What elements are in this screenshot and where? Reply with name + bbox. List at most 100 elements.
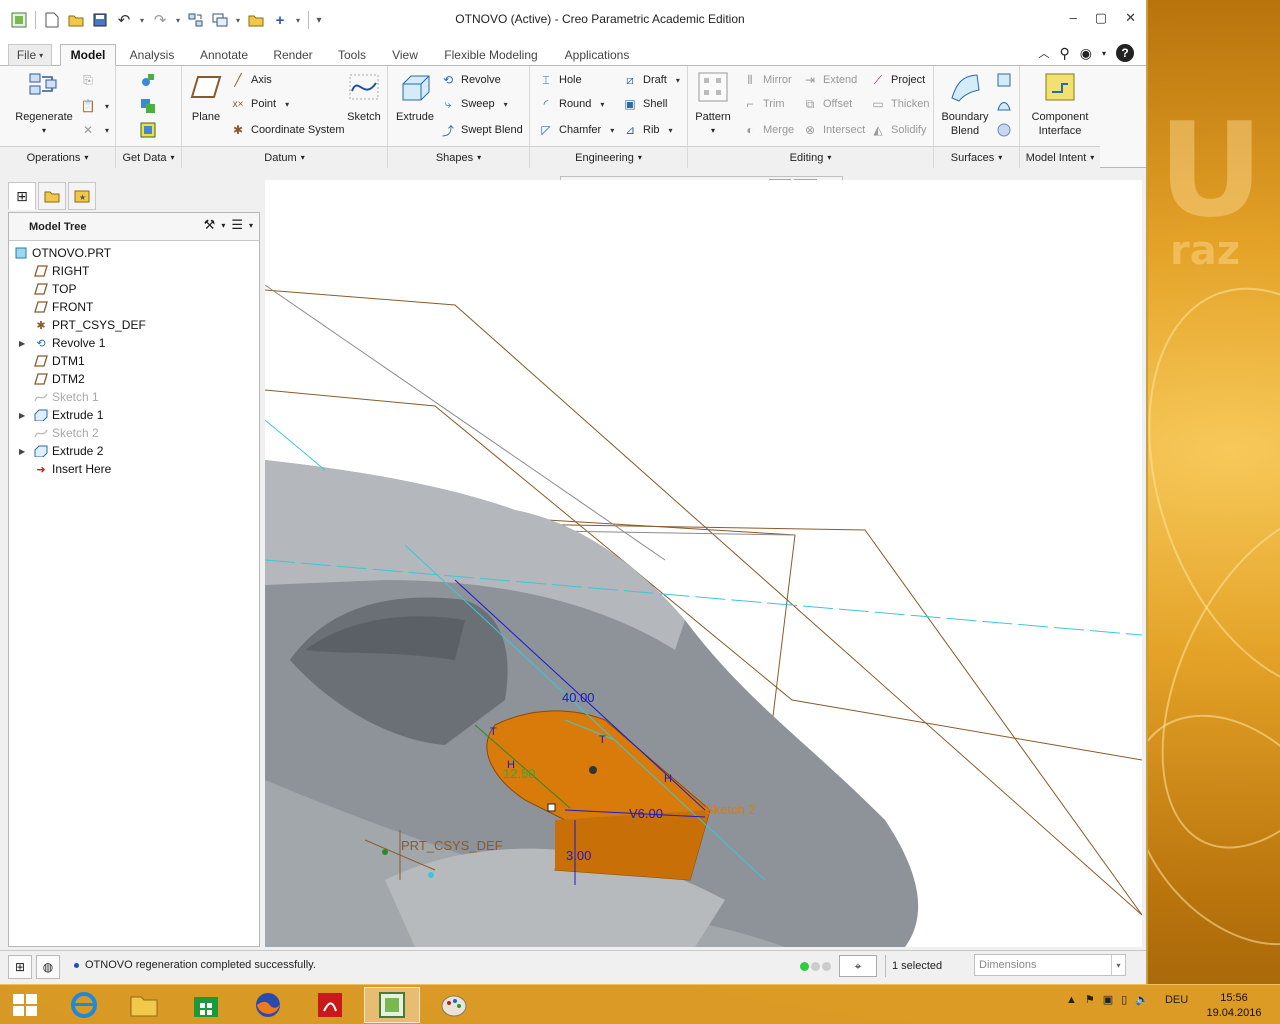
tree-item[interactable]: ✱ PRT_CSYS_DEF [9,316,259,334]
settings-icon[interactable]: ⚒ [204,217,216,233]
action-center-icon[interactable]: ⚑ [1085,993,1095,1006]
swept-blend-button[interactable]: ⤴ Swept Blend [440,120,523,140]
tree-item[interactable]: TOP [9,280,259,298]
minimize-ribbon-icon[interactable]: ︿ [1039,45,1050,61]
tab-file[interactable]: File ▾ [8,44,52,66]
axis-button[interactable]: ╱ Axis [230,70,271,90]
engineering-footer[interactable]: Engineering ▾ [530,146,687,168]
copy-geometry-button[interactable] [140,96,156,116]
extrude-button[interactable]: Extrude [394,70,436,124]
copy-button[interactable]: ⎘ [80,70,96,90]
delete-button[interactable]: ✕ ▾ [80,120,109,140]
solidify-button[interactable]: ◭ Solidify [870,120,926,140]
extend-button[interactable]: ⇥ Extend [802,70,857,90]
point-button[interactable]: x× Point ▾ [230,94,290,114]
search-icon[interactable]: ⚲ [1060,45,1070,62]
boundary-blend-button[interactable]: Boundary Blend [938,70,992,138]
network-icon[interactable]: ▣ [1103,993,1113,1006]
tab-render[interactable]: Render [262,44,324,66]
model-scene[interactable]: 40.00 12.50 V6.00 3.00 Sketch 2 PRT_CSYS… [265,180,1142,947]
new-icon[interactable] [41,9,63,31]
tree-item[interactable]: RIGHT [9,262,259,280]
tree-item[interactable]: ▶ Extrude 2 [9,442,259,460]
close-icon[interactable]: ✕ [1125,10,1136,26]
tree-item[interactable]: Sketch 1 [9,388,259,406]
input-language[interactable]: DEU [1165,994,1188,1006]
tab-tools[interactable]: Tools [326,44,378,66]
tree-item[interactable]: FRONT [9,298,259,316]
merge-button[interactable]: ◐ Merge [742,120,794,140]
draft-button[interactable]: ⧄ Draft ▾ [622,70,680,90]
acrobat-icon[interactable] [302,987,358,1023]
fill-button[interactable] [996,70,1012,90]
find-icon[interactable]: ⌖ [839,955,877,977]
help-icon[interactable]: ? [1116,44,1134,62]
show-icon[interactable]: ☰ [231,217,243,233]
show-dropdown-icon[interactable]: ▾ [249,221,253,230]
firefox-icon[interactable] [240,987,296,1023]
selection-filter[interactable]: Dimensions ▾ [974,954,1126,976]
filter-dropdown-icon[interactable]: ▾ [1111,955,1125,975]
minimize-icon[interactable]: – [1070,10,1077,26]
component-interface-button[interactable]: Component Interface [1024,70,1096,138]
clock[interactable]: 15:56 19.04.2016 [1196,991,1272,1021]
settings-dropdown-icon[interactable]: ▾ [221,221,225,230]
tab-flexible-modeling[interactable]: Flexible Modeling [432,44,550,66]
shell-button[interactable]: ▣ Shell [622,94,667,114]
undo-icon[interactable]: ↶ [113,9,135,31]
folder-icon[interactable] [245,9,267,31]
sweep-button[interactable]: ⤷ Sweep ▾ [440,94,508,114]
plus-dropdown-icon[interactable]: ▾ [293,16,303,25]
folder-browser-tab-icon[interactable] [38,182,66,210]
revolve-button[interactable]: ⟲ Revolve [440,70,501,90]
windows-dropdown-icon[interactable]: ▾ [233,16,243,25]
tab-analysis[interactable]: Analysis [118,44,186,66]
battery-icon[interactable]: ▯ [1121,993,1127,1006]
tree-item[interactable]: ▶ ⟲ Revolve 1 [9,334,259,352]
tree-item[interactable]: ➜ Insert Here [9,460,259,478]
paste-button[interactable]: 📋 ▾ [80,96,110,116]
editing-footer[interactable]: Editing ▾ [688,146,933,168]
show-hidden-icons-icon[interactable]: ▲ [1066,994,1077,1006]
rib-button[interactable]: ⊿ Rib ▾ [622,120,673,140]
shrinkwrap-button[interactable] [140,120,156,140]
expand-arrow-icon[interactable]: ▶ [19,339,29,348]
model-tree-tab-icon[interactable]: ⊞ [8,182,36,210]
tree-item[interactable]: Sketch 2 [9,424,259,442]
tree-item[interactable]: OTNOVO.PRT [9,244,259,262]
intersect-button[interactable]: ⊗ Intersect [802,120,865,140]
start-icon[interactable] [10,991,40,1019]
paint-icon[interactable] [426,987,482,1023]
windows-icon[interactable] [209,9,231,31]
creo-icon[interactable] [364,987,420,1023]
operations-footer[interactable]: Operations ▾ [0,146,115,168]
community-icon[interactable]: ◉ [1080,45,1092,62]
tab-annotate[interactable]: Annotate [188,44,260,66]
tree-item[interactable]: DTM1 [9,352,259,370]
expand-arrow-icon[interactable]: ▶ [19,411,29,420]
selection-count[interactable]: 1 selected [885,955,975,977]
plane-button[interactable]: Plane [186,70,226,124]
tab-view[interactable]: View [380,44,430,66]
save-icon[interactable] [89,9,111,31]
internet-explorer-icon[interactable] [56,987,112,1023]
regenerate-icon[interactable] [185,9,207,31]
project-button[interactable]: ⟋ Project [870,70,925,90]
datum-footer[interactable]: Datum ▾ [182,146,387,168]
tab-model[interactable]: Model [60,44,116,66]
trim-button[interactable]: ⌐ Trim [742,94,784,114]
offset-button[interactable]: ⧉ Offset [802,94,852,114]
open-icon[interactable] [65,9,87,31]
redo-dropdown-icon[interactable]: ▾ [173,16,183,25]
get-data-footer[interactable]: Get Data ▾ [116,146,181,168]
plus-icon[interactable]: + [269,9,291,31]
shapes-footer[interactable]: Shapes ▾ [388,146,529,168]
community-dropdown-icon[interactable]: ▾ [1102,49,1106,58]
tree-item[interactable]: ▶ Extrude 1 [9,406,259,424]
regenerate-button[interactable]: Regenerate ▾ [10,70,78,138]
toggle-navigator-icon[interactable]: ⊞ [8,955,32,979]
user-defined-feature-button[interactable] [140,70,156,90]
model-intent-footer[interactable]: Model Intent ▾ [1020,146,1100,168]
coordinate-system-button[interactable]: ✱ Coordinate System [230,120,345,140]
sketch-button[interactable]: Sketch [344,70,384,124]
